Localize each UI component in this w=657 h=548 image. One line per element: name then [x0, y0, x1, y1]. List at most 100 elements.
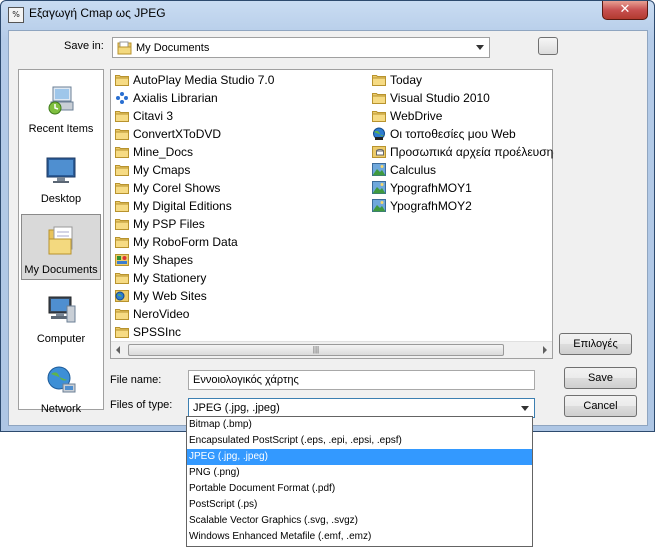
file-list-item-name: Axialis Librarian	[133, 91, 218, 105]
place-desktop[interactable]: Desktop	[21, 144, 101, 210]
file-list-item[interactable]: My RoboForm Data	[111, 233, 366, 251]
file-list-item[interactable]: ConvertXToDVD	[111, 125, 366, 143]
folder-icon	[372, 91, 386, 104]
file-list-item[interactable]: YpografhMOY1	[368, 179, 554, 197]
folder-icon	[115, 145, 129, 158]
place-my-documents[interactable]: My Documents	[21, 214, 101, 280]
scroll-right-icon[interactable]	[543, 346, 547, 354]
file-list-item-name: Today	[390, 73, 423, 87]
file-list-item[interactable]: My Digital Editions	[111, 197, 366, 215]
export-dialog-window: % Εξαγωγή Cmap ως JPEG ✕ Save in: My Doc…	[0, 0, 655, 432]
file-list-item-name: My Web Sites	[133, 289, 207, 303]
file-list-item[interactable]: Visual Studio 2010	[368, 89, 554, 107]
file-list-item[interactable]: My Cmaps	[111, 161, 366, 179]
chevron-down-icon[interactable]	[476, 45, 484, 50]
file-list-item-name: Mine_Docs	[133, 145, 194, 159]
folder-icon	[372, 109, 386, 122]
folder-icon	[115, 235, 129, 248]
file-list[interactable]: AutoPlay Media Studio 7.0 Axialis Librari…	[110, 69, 554, 359]
file-list-item[interactable]: My Stationery	[111, 269, 366, 287]
file-list-item[interactable]: Προσωπικά αρχεία προέλευσης δεδομένων	[368, 143, 554, 161]
desktop-icon	[46, 157, 76, 183]
save-button[interactable]: Save	[564, 367, 637, 389]
file-type-option[interactable]: Scalable Vector Graphics (.svg, .svgz)	[187, 513, 532, 529]
title-bar[interactable]: % Εξαγωγή Cmap ως JPEG ✕	[1, 1, 654, 29]
file-list-column-2: Today Visual Studio 2010 WebDrive Οι τοποθε…	[368, 71, 554, 215]
file-list-item-name: ConvertXToDVD	[133, 127, 222, 141]
file-type-options-list[interactable]: Bitmap (.bmp) Encapsulated PostScript (.e…	[186, 416, 533, 547]
file-name-input[interactable]	[188, 370, 535, 390]
file-list-item[interactable]: YpografhMOY2	[368, 197, 554, 215]
shapes-folder-icon	[115, 253, 129, 266]
place-label: My Documents	[24, 264, 98, 276]
cancel-button[interactable]: Cancel	[564, 395, 637, 417]
folder-icon	[115, 199, 129, 212]
file-list-item[interactable]: Axialis Librarian	[111, 89, 366, 107]
web-places-icon	[372, 127, 386, 140]
file-list-item[interactable]: AutoPlay Media Studio 7.0	[111, 71, 366, 89]
places-bar: Recent Items Desktop My Documents Comput…	[18, 69, 104, 415]
file-list-item[interactable]: Οι τοποθεσίες μου Web	[368, 125, 554, 143]
file-list-item[interactable]: My PSP Files	[111, 215, 366, 233]
scrollbar-thumb[interactable]: |||	[128, 344, 504, 356]
axialis-icon	[115, 91, 129, 104]
file-type-option[interactable]: Windows Enhanced Metafile (.emf, .emz)	[187, 529, 532, 545]
file-type-label: Files of type:	[110, 399, 173, 411]
folder-icon	[115, 181, 129, 194]
file-type-option[interactable]: PostScript (.ps)	[187, 497, 532, 513]
file-list-item-name: SPSSInc	[133, 325, 182, 339]
save-in-dropdown[interactable]: My Documents	[112, 37, 490, 58]
folder-icon	[115, 127, 129, 140]
file-type-option[interactable]: Portable Document Format (.pdf)	[187, 481, 532, 497]
file-type-option[interactable]: PNG (.png)	[187, 465, 532, 481]
folder-icon	[115, 73, 129, 86]
place-label: Recent Items	[28, 123, 94, 135]
file-list-column-1: AutoPlay Media Studio 7.0 Axialis Librari…	[111, 71, 366, 341]
folder-icon	[115, 217, 129, 230]
file-list-item-name: YpografhMOY1	[390, 181, 472, 195]
place-computer[interactable]: Computer	[21, 284, 101, 350]
file-type-option[interactable]: Encapsulated PostScript (.eps, .epi, .ep…	[187, 433, 532, 449]
file-type-dropdown[interactable]: JPEG (.jpg, .jpeg)	[188, 398, 535, 418]
file-list-item[interactable]: My Shapes	[111, 251, 366, 269]
scroll-left-icon[interactable]	[116, 346, 120, 354]
folder-icon	[115, 307, 129, 320]
file-type-option[interactable]: JPEG (.jpg, .jpeg)	[187, 449, 532, 465]
file-list-item-name: Οι τοποθεσίες μου Web	[390, 127, 516, 141]
place-network[interactable]: Network	[21, 354, 101, 420]
image-file-icon	[372, 181, 386, 194]
file-list-item-name: Προσωπικά αρχεία προέλευσης δεδομένων	[390, 145, 554, 159]
window-title: Εξαγωγή Cmap ως JPEG	[29, 6, 166, 20]
file-list-item-name: My Shapes	[133, 253, 194, 267]
web-sites-icon	[115, 289, 129, 302]
place-label: Computer	[36, 333, 86, 345]
folder-icon	[115, 109, 129, 122]
place-label: Network	[40, 403, 82, 415]
recent-items-icon	[48, 86, 74, 115]
file-list-item-name: NeroVideo	[133, 307, 190, 321]
folder-icon	[115, 163, 129, 176]
file-list-item[interactable]: NeroVideo	[111, 305, 366, 323]
close-button[interactable]: ✕	[602, 1, 648, 20]
file-list-item[interactable]: My Web Sites	[111, 287, 366, 305]
options-button[interactable]: Επιλογές	[559, 333, 632, 355]
network-icon	[47, 366, 76, 393]
file-list-item[interactable]: My Corel Shows	[111, 179, 366, 197]
file-list-item[interactable]: Citavi 3	[111, 107, 366, 125]
my-documents-icon	[48, 226, 73, 255]
file-name-label: File name:	[110, 374, 162, 386]
computer-icon	[48, 296, 76, 323]
file-type-value: JPEG (.jpg, .jpeg)	[193, 402, 280, 414]
view-menu-button[interactable]	[538, 37, 558, 55]
file-list-item[interactable]: WebDrive	[368, 107, 554, 125]
folder-icon	[372, 73, 386, 86]
file-type-option[interactable]: Bitmap (.bmp)	[187, 417, 532, 433]
file-list-item[interactable]: Mine_Docs	[111, 143, 366, 161]
horizontal-scrollbar[interactable]: |||	[111, 341, 552, 358]
file-list-item[interactable]: Today	[368, 71, 554, 89]
chevron-down-icon[interactable]	[521, 406, 529, 411]
file-list-item[interactable]: Calculus	[368, 161, 554, 179]
place-recent-items[interactable]: Recent Items	[21, 74, 101, 140]
save-in-label: Save in:	[64, 40, 104, 52]
file-list-item[interactable]: SPSSInc	[111, 323, 366, 341]
